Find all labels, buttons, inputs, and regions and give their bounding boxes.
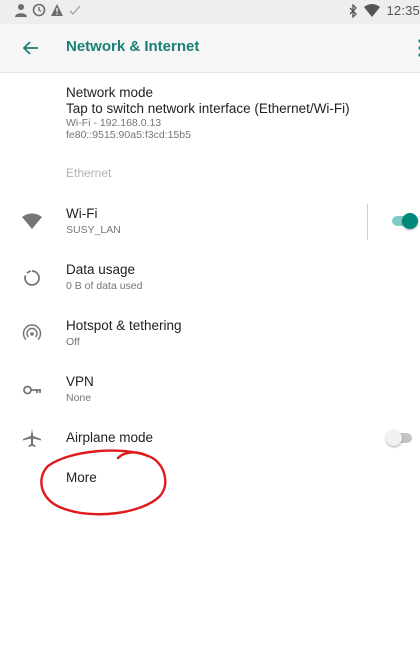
list-item-more[interactable]: More [0,464,420,496]
list-item-summary: SUSY_LAN [66,224,121,236]
status-bar: 12:35 [0,0,420,24]
toolbar: Network & Internet [0,24,420,73]
wifi-toggle[interactable] [390,213,418,229]
toggle-thumb [402,213,418,229]
list-item-wifi[interactable]: Wi-Fi SUSY_LAN [0,200,420,244]
list-item-data-usage[interactable]: Data usage 0 B of data used [0,256,420,300]
warning-icon [51,4,63,16]
list-item-title: Wi-Fi [66,206,98,221]
list-item-title: Airplane mode [66,430,154,445]
ethernet-label: Ethernet [66,166,112,180]
list-item-hotspot[interactable]: Hotspot & tethering Off [0,312,420,356]
status-clock: 12:35 [386,3,420,18]
data-usage-icon [24,270,40,286]
ethernet-row: Ethernet [0,160,420,188]
network-mode-subtitle: Tap to switch network interface (Etherne… [66,101,350,116]
list-item-vpn[interactable]: VPN None [0,368,420,412]
clock-icon [32,3,46,17]
arrow-left-icon[interactable] [20,37,42,59]
hotspot-icon [22,324,42,341]
network-mode-ipv6: fe80::9515:90a5:f3cd:15b5 [66,129,191,141]
more-vert-icon[interactable] [416,38,420,58]
airplane-icon [23,429,41,447]
list-item-title: More [66,470,97,485]
list-item-summary: 0 B of data used [66,280,143,292]
divider [367,204,368,240]
toggle-thumb [386,430,402,446]
check-icon [69,5,81,16]
status-icons-right: 12:35 [348,3,420,18]
wifi-icon [22,213,42,229]
list-item-title: VPN [66,374,94,389]
page-title: Network & Internet [66,38,200,55]
airplane-mode-toggle[interactable] [386,430,414,446]
vpn-key-icon [23,385,41,395]
list-item-summary: None [66,392,92,404]
person-icon [15,4,27,17]
list-item-airplane-mode[interactable]: Airplane mode [0,424,420,456]
list-item-title: Hotspot & tethering [66,318,182,333]
network-mode-row[interactable]: Network mode Tap to switch network inter… [0,80,420,141]
status-icons-left [14,3,82,17]
list-item-summary: Off [66,336,80,348]
list-item-title: Data usage [66,262,136,277]
bluetooth-icon [349,3,358,18]
wifi-status-icon [364,3,381,17]
network-mode-title: Network mode [66,85,154,100]
